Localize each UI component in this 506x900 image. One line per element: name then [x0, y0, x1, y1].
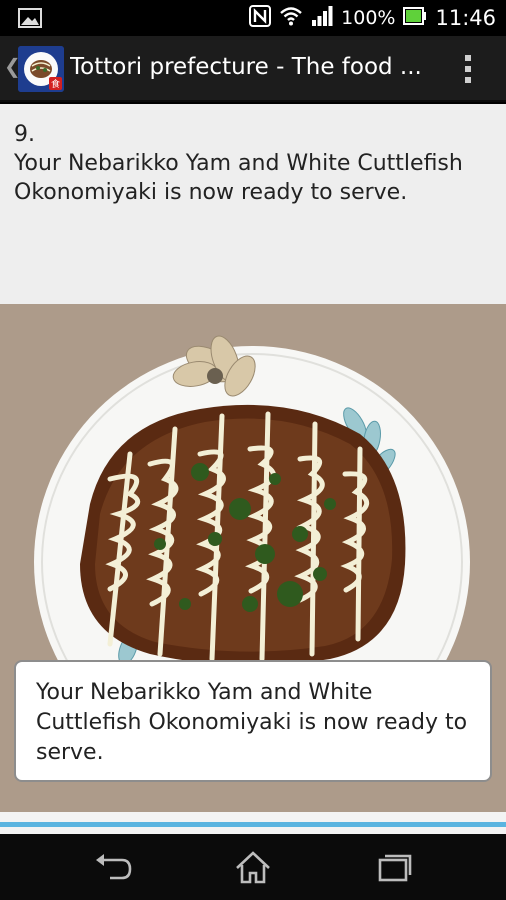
- battery-icon: [403, 7, 427, 29]
- system-nav-bar: [0, 834, 506, 900]
- action-bar: ❮ 食 Tottori prefecture - The food ...: [0, 36, 506, 102]
- gallery-notification-icon: [18, 8, 42, 28]
- bottom-strip: [0, 812, 506, 834]
- back-icon[interactable]: [88, 848, 138, 886]
- app-title: Tottori prefecture - The food ...: [70, 54, 422, 80]
- recent-apps-icon[interactable]: [368, 848, 418, 886]
- wifi-icon: [279, 6, 303, 30]
- battery-percent: 100%: [341, 7, 396, 29]
- recipe-step-content: 9. Your Nebarikko Yam and White Cuttlefi…: [0, 104, 506, 834]
- signal-icon: [311, 6, 333, 30]
- app-icon[interactable]: 食: [18, 46, 64, 92]
- progress-accent-line: [0, 822, 506, 827]
- status-bar: 100% 11:46: [0, 0, 506, 36]
- clock: 11:46: [435, 6, 496, 30]
- step-description: Your Nebarikko Yam and White Cuttlefish …: [14, 151, 463, 205]
- home-icon[interactable]: [228, 848, 278, 886]
- step-number: 9.: [14, 122, 35, 147]
- step-text-block: 9. Your Nebarikko Yam and White Cuttlefi…: [14, 120, 494, 207]
- caption-box: Your Nebarikko Yam and White Cuttlefish …: [14, 660, 492, 782]
- nfc-icon: [249, 5, 272, 31]
- svg-text:食: 食: [51, 78, 60, 90]
- overflow-menu-icon[interactable]: [456, 52, 480, 88]
